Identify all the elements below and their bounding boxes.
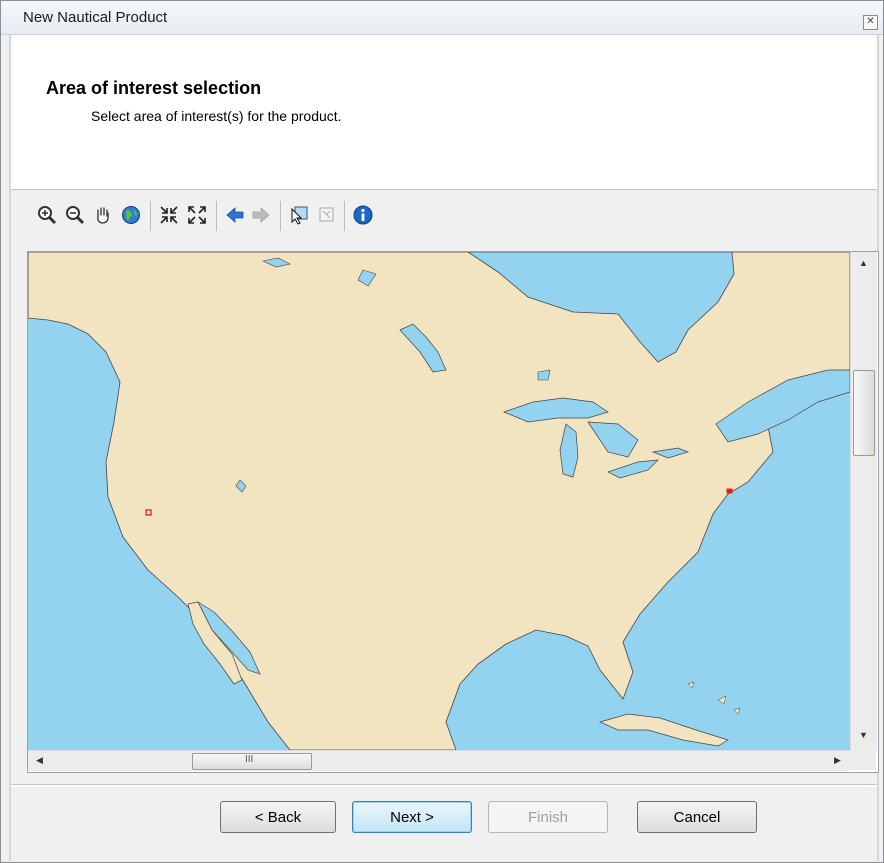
vertical-scroll-thumb[interactable] <box>853 370 875 456</box>
fixed-zoom-out-icon[interactable] <box>186 204 208 226</box>
scroll-up-arrow-icon[interactable]: ▲ <box>859 258 868 268</box>
cuba <box>598 713 729 747</box>
map-canvas[interactable] <box>28 252 850 750</box>
dialog-window: New Nautical Product ✕ Area of interest … <box>0 0 884 863</box>
toolbar-separator <box>150 201 151 231</box>
scroll-corner <box>850 750 876 770</box>
scroll-left-arrow-icon[interactable]: ◀ <box>36 755 43 766</box>
full-extent-globe-icon[interactable] <box>120 204 142 226</box>
back-button[interactable]: < Back <box>220 801 336 833</box>
toolbar-separator <box>216 201 217 231</box>
vertical-scrollbar[interactable]: ▲ ▼ <box>850 252 877 750</box>
page-subtitle: Select area of interest(s) for the produ… <box>91 108 342 124</box>
toolbar-separator <box>280 201 281 231</box>
select-features-icon[interactable] <box>288 204 310 226</box>
zoom-in-icon[interactable] <box>36 204 58 226</box>
map-toolbar <box>11 190 877 242</box>
button-bar-divider <box>11 784 877 787</box>
scroll-thumb-grip: III <box>245 754 254 765</box>
scroll-right-arrow-icon[interactable]: ▶ <box>834 755 841 766</box>
horizontal-scroll-thumb[interactable]: III <box>192 753 312 770</box>
toolbar-separator <box>344 201 345 231</box>
scroll-down-arrow-icon[interactable]: ▼ <box>859 730 868 740</box>
forward-extent-arrow-icon[interactable] <box>250 204 272 226</box>
next-button[interactable]: Next > <box>352 801 472 833</box>
clear-selection-icon[interactable] <box>316 204 338 226</box>
page-title: Area of interest selection <box>46 78 262 98</box>
wizard-header: Area of interest selection Select area o… <box>11 35 877 190</box>
window-title: New Nautical Product <box>23 9 168 26</box>
title-bar: New Nautical Product ✕ <box>1 1 883 35</box>
pan-hand-icon[interactable] <box>92 204 114 226</box>
zoom-out-icon[interactable] <box>64 204 86 226</box>
aoi-marker-east <box>726 488 733 494</box>
back-extent-arrow-icon[interactable] <box>224 204 246 226</box>
fixed-zoom-in-icon[interactable] <box>158 204 180 226</box>
horizontal-scrollbar[interactable]: ◀ III ▶ <box>28 750 850 771</box>
close-icon[interactable]: ✕ <box>863 15 878 30</box>
landmass <box>28 252 850 750</box>
finish-button[interactable]: Finish <box>488 801 608 833</box>
map-viewer[interactable]: ▲ ▼ ◀ III ▶ <box>27 251 879 773</box>
identify-info-icon[interactable] <box>352 204 374 226</box>
cancel-button[interactable]: Cancel <box>637 801 757 833</box>
